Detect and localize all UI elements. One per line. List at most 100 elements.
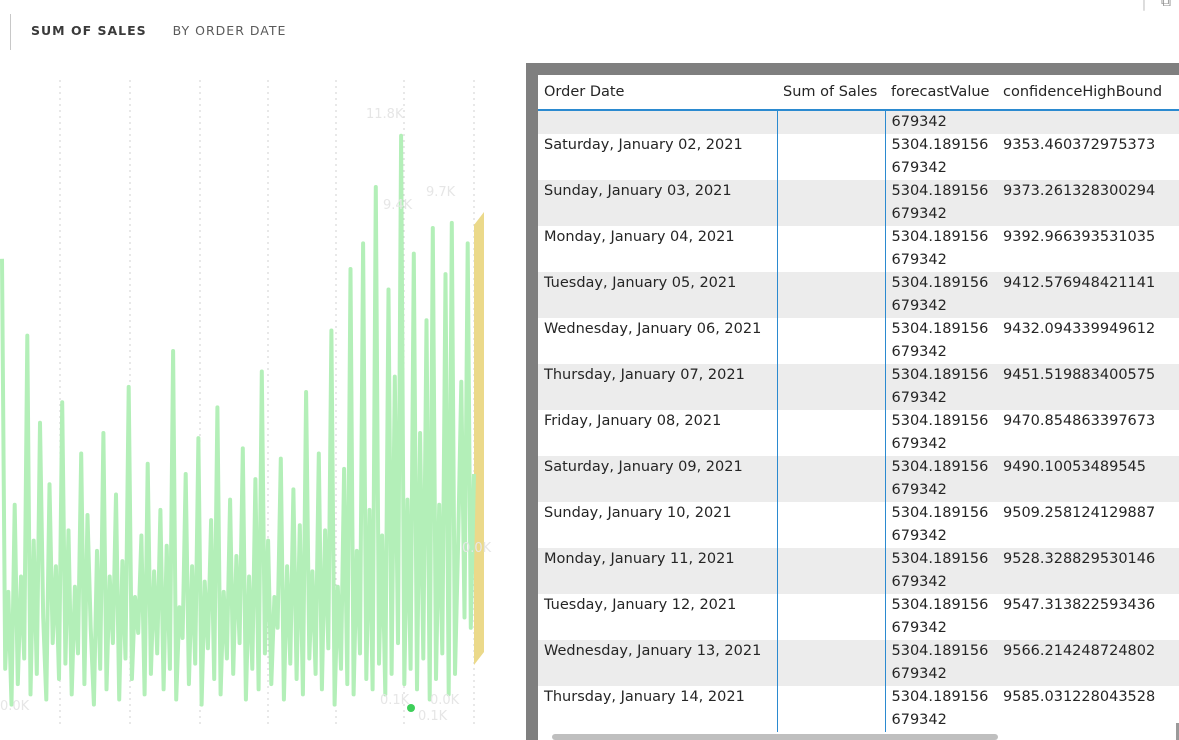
cell-sales	[776, 640, 886, 686]
forecast-value-line-1: 5304.189156	[891, 367, 989, 383]
cell-date: Monday, January 04, 2021	[544, 229, 735, 245]
forecast-value-line-2: 679342	[891, 160, 947, 176]
sales-series-line	[0, 133, 476, 707]
table-row[interactable]: Monday, January 04, 2021 5304.189156 67934…	[538, 226, 1179, 272]
cell-high-bound: 9392.966393531035	[1003, 229, 1156, 245]
cell-forecast: 5304.189156 679342	[885, 686, 997, 732]
cell-forecast: 5304.189156 679342	[885, 318, 997, 364]
forecast-value-line-1: 5304.189156	[891, 597, 989, 613]
table-body: 679342 Saturday, January 02, 2021 5304.18…	[538, 110, 1179, 732]
cell-forecast: 679342	[885, 110, 997, 134]
cell-forecast: 5304.189156 679342	[885, 640, 997, 686]
forecast-value-line-1: 5304.189156	[891, 137, 989, 153]
line-chart-svg: 11.8K9.4K9.7K0.0K0.1K0.1K0.0K 0.0K	[0, 80, 492, 725]
forecast-band	[474, 212, 484, 665]
forecast-value-line-1: 5304.189156	[891, 459, 989, 475]
forecast-value-line-1: 5304.189156	[891, 183, 989, 199]
cell-forecast: 5304.189156 679342	[885, 456, 997, 502]
table-row[interactable]: Friday, January 08, 2021 5304.189156 67934…	[538, 410, 1179, 456]
table-row[interactable]: Thursday, January 14, 2021 5304.189156 679…	[538, 686, 1179, 732]
table-row[interactable]: Saturday, January 02, 2021 5304.189156 679…	[538, 134, 1179, 180]
forecast-value-line-2: 679342	[891, 482, 947, 498]
tab-sum-of-sales[interactable]: SUM OF SALES	[31, 23, 147, 38]
cell-sales	[776, 272, 886, 318]
forecast-value-line-2: 679342	[891, 390, 947, 406]
data-label: 0.0K	[462, 541, 492, 556]
data-label: 11.8K	[366, 107, 404, 122]
visual-header-icons: ⏉ ⧉	[1137, 0, 1171, 14]
cell-sales	[776, 180, 886, 226]
table-row[interactable]: Sunday, January 03, 2021 5304.189156 67934…	[538, 180, 1179, 226]
data-table: Order Date Sum of Sales forecastValue co…	[538, 75, 1179, 732]
cell-high-bound: 9585.031228043528	[1003, 689, 1156, 705]
cell-date: Thursday, January 07, 2021	[538, 364, 777, 410]
cell-date: Saturday, January 02, 2021	[544, 137, 743, 153]
cell-date: Thursday, January 14, 2021	[544, 689, 745, 705]
table-row[interactable]: Tuesday, January 05, 2021 5304.189156 6793…	[538, 272, 1179, 318]
forecast-value-line-2: 679342	[891, 712, 947, 728]
forecast-value-line-1: 5304.189156	[891, 689, 989, 705]
column-header-confidence-high-bound[interactable]: confidenceHighBound	[997, 75, 1179, 111]
cell-high-bound: 9353.460372975373	[1003, 137, 1156, 153]
line-chart: 11.8K 9.4K 9.7K 0.0K 0.1K 0.1K 0.0K 0.0K	[0, 60, 500, 740]
forecast-value-line-1: 5304.189156	[891, 321, 989, 337]
cell-date: Friday, January 08, 2021	[544, 413, 722, 429]
cell-date: Sunday, January 10, 2021	[544, 505, 732, 521]
cell-sales	[776, 226, 886, 272]
data-label: 9.4K	[383, 198, 413, 213]
table-row[interactable]: Thursday, January 07, 2021 5304.189156 679…	[538, 364, 1179, 410]
table-row[interactable]: Wednesday, January 06, 2021 5304.189156 67…	[538, 318, 1179, 364]
cell-sales	[776, 456, 886, 502]
cell-date: Tuesday, January 12, 2021	[544, 597, 737, 613]
table-row[interactable]: Sunday, January 10, 2021 5304.189156 67934…	[538, 502, 1179, 548]
table-row-partial: 679342	[538, 110, 1179, 134]
cell-forecast: 5304.189156 679342	[885, 226, 997, 272]
cell-sales	[776, 686, 886, 732]
data-label: 0.0K	[430, 693, 460, 708]
cell-sales	[776, 410, 886, 456]
cell-date: Sunday, January 03, 2021	[538, 180, 777, 226]
cell-forecast: 5304.189156 679342	[885, 134, 997, 180]
horizontal-scrollbar[interactable]	[552, 734, 998, 740]
tab-by-order-date[interactable]: BY ORDER DATE	[173, 23, 287, 38]
forecast-value-line-2: 679342	[891, 528, 947, 544]
cell-high-bound: 9509.258124129887	[1003, 505, 1156, 521]
forecast-value-line-1: 5304.189156	[891, 413, 989, 429]
header-divider	[10, 14, 11, 50]
cell-sales	[776, 318, 886, 364]
forecast-value-line-2: 679342	[891, 252, 947, 268]
cell-high-bound: 9566.214248724802	[997, 640, 1179, 686]
forecast-value-line-1: 5304.189156	[891, 229, 989, 245]
cell-sales	[776, 548, 886, 594]
cell-high-bound: 9432.094339949612	[1003, 321, 1156, 337]
table-row[interactable]: Tuesday, January 12, 2021 5304.189156 6793…	[538, 594, 1179, 640]
copy-icon[interactable]: ⧉	[1161, 0, 1171, 14]
forecast-value-line-1: 5304.189156	[891, 505, 989, 521]
table-row[interactable]: Monday, January 11, 2021 5304.189156 67934…	[538, 548, 1179, 594]
forecast-value-line-2: 679342	[891, 436, 947, 452]
cell-date: Monday, January 11, 2021	[538, 548, 777, 594]
table-row[interactable]: Wednesday, January 13, 2021 5304.189156 67…	[538, 640, 1179, 686]
column-header-order-date[interactable]: Order Date	[538, 75, 777, 111]
column-header-sum-of-sales[interactable]: Sum of Sales	[777, 75, 885, 111]
visual-tabs: SUM OF SALES BY ORDER DATE	[31, 23, 286, 38]
cell-forecast: 5304.189156 679342	[885, 502, 997, 548]
cell-date: Wednesday, January 06, 2021	[544, 321, 762, 337]
cell-forecast: 5304.189156 679342	[885, 410, 997, 456]
data-label: 0.1K	[380, 693, 410, 708]
cell-sales	[776, 110, 886, 134]
data-label: 0.0K	[0, 699, 30, 714]
cell-forecast: 5304.189156 679342	[885, 364, 997, 410]
table-visual: Order Date Sum of Sales forecastValue co…	[538, 75, 1179, 740]
cell-high-bound: 9412.576948421141	[997, 272, 1179, 318]
cell-forecast: 5304.189156 679342	[885, 594, 997, 640]
cell-forecast: 5304.189156 679342	[885, 548, 997, 594]
table-row[interactable]: Saturday, January 09, 2021 5304.189156 679…	[538, 456, 1179, 502]
cell-date	[538, 110, 777, 134]
cell-high-bound: 9373.261328300294	[997, 180, 1179, 226]
column-header-forecast-value[interactable]: forecastValue	[885, 75, 997, 111]
forecast-value-line-1: 5304.189156	[891, 551, 989, 567]
pin-icon[interactable]: ⏉	[1137, 0, 1151, 14]
data-label: 0.1K	[418, 709, 448, 724]
cell-high-bound: 9547.313822593436	[1003, 597, 1156, 613]
